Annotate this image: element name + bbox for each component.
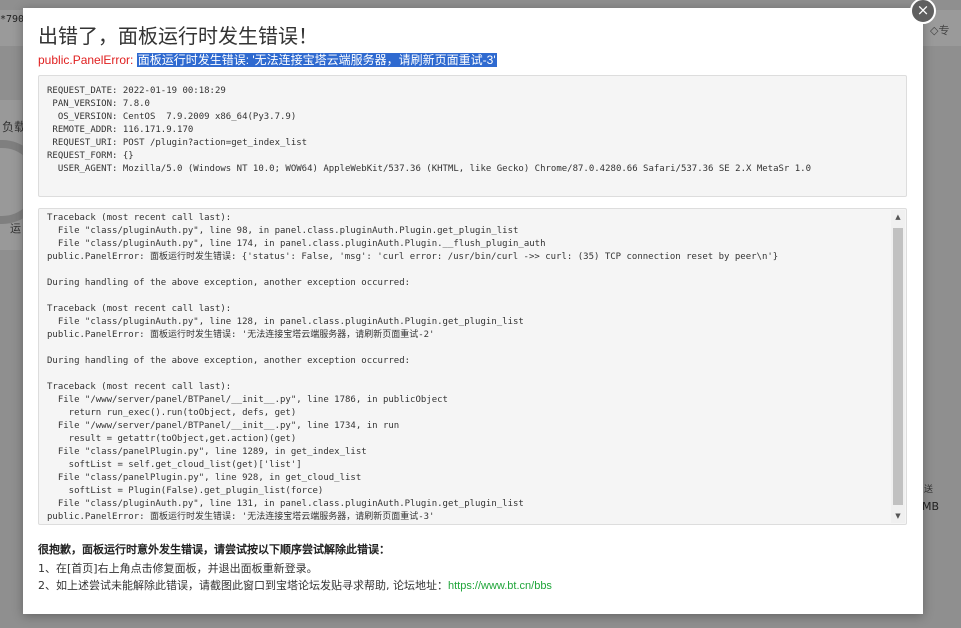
- traceback-line: softList = Plugin(False).get_plugin_list…: [47, 486, 324, 496]
- traceback-line: public.PanelError: 面板运行时发生错误: {'status':…: [47, 252, 779, 262]
- request-info-line: REQUEST_URI: POST /plugin?action=get_ind…: [47, 138, 308, 148]
- traceback-line: Traceback (most recent call last):: [47, 304, 232, 314]
- traceback-line: During handling of the above exception, …: [47, 278, 411, 288]
- traceback-line: public.PanelError: 面板运行时发生错误: '无法连接宝塔云端服…: [47, 512, 435, 522]
- error-summary: public.PanelError: 面板运行时发生错误: '无法连接宝塔云端服…: [38, 51, 497, 68]
- help-step-2-text: 2、如上述尝试未能解除此错误，请截图此窗口到宝塔论坛发贴寻求帮助, 论坛地址：: [38, 579, 448, 592]
- background-right-small: 送: [924, 485, 934, 495]
- help-step-2: 2、如上述尝试未能解除此错误，请截图此窗口到宝塔论坛发贴寻求帮助, 论坛地址：h…: [38, 577, 552, 593]
- request-info-box[interactable]: REQUEST_DATE: 2022-01-19 00:18:29 PAN_VE…: [38, 75, 907, 197]
- error-prefix: public.PanelError:: [38, 53, 137, 67]
- forum-link[interactable]: https://www.bt.cn/bbs: [448, 580, 552, 592]
- traceback-line: File "class/pluginAuth.py", line 131, in…: [47, 499, 524, 509]
- traceback-line: public.PanelError: 面板运行时发生错误: '无法连接宝塔云端服…: [47, 330, 435, 340]
- traceback-line: [47, 290, 886, 303]
- traceback-line: File "/www/server/panel/BTPanel/__init__…: [47, 421, 400, 431]
- traceback-line: File "class/pluginAuth.py", line 128, in…: [47, 317, 524, 327]
- background-run-label: 运: [10, 222, 21, 235]
- traceback-line: File "/www/server/panel/BTPanel/__init__…: [47, 395, 448, 405]
- request-info-line: OS_VERSION: CentOS 7.9.2009 x86_64(Py3.7…: [47, 112, 297, 122]
- background-right-badge: ◇专: [930, 24, 950, 37]
- traceback-line: File "class/panelPlugin.py", line 928, i…: [47, 473, 362, 483]
- traceback-line: result = getattr(toObject,get.action)(ge…: [47, 434, 297, 444]
- request-info-line: USER_AGENT: Mozilla/5.0 (Windows NT 10.0…: [47, 164, 812, 174]
- traceback-line: Traceback (most recent call last):: [47, 382, 232, 392]
- traceback-line: During handling of the above exception, …: [47, 356, 411, 366]
- scroll-up-arrow-icon[interactable]: ▲: [891, 210, 905, 224]
- error-dialog: 出错了，面板运行时发生错误！ public.PanelError: 面板运行时发…: [23, 8, 923, 614]
- traceback-line: return run_exec().run(toObject, defs, ge…: [47, 408, 297, 418]
- traceback-line: [47, 264, 886, 277]
- traceback-scrollbar[interactable]: ▲ ▼: [891, 210, 905, 523]
- traceback-line: File "class/pluginAuth.py", line 174, in…: [47, 239, 546, 249]
- help-step-1: 1、在[首页]右上角点击修复面板，并退出面板重新登录。: [38, 562, 318, 575]
- error-message-selected[interactable]: 面板运行时发生错误: '无法连接宝塔云端服务器，请刷新页面重试-3': [136, 53, 497, 67]
- request-info-line: REQUEST_FORM: {}: [47, 151, 134, 161]
- traceback-line: [47, 368, 886, 381]
- traceback-box[interactable]: Traceback (most recent call last): File …: [38, 208, 907, 525]
- background-left-text: *790: [0, 14, 25, 25]
- traceback-line: Traceback (most recent call last):: [47, 213, 232, 223]
- traceback-line: softList = self.get_cloud_list(get)['lis…: [47, 460, 302, 470]
- scroll-thumb[interactable]: [893, 228, 903, 505]
- traceback-line: File "class/panelPlugin.py", line 1289, …: [47, 447, 367, 457]
- traceback-content: Traceback (most recent call last): File …: [47, 212, 886, 524]
- traceback-line: [47, 342, 886, 355]
- help-title: 很抱歉，面板运行时意外发生错误，请尝试按以下顺序尝试解除此错误：: [38, 543, 390, 556]
- traceback-line: File "class/pluginAuth.py", line 98, in …: [47, 226, 519, 236]
- request-info-line: REMOTE_ADDR: 116.171.9.170: [47, 125, 194, 135]
- request-info-line: PAN_VERSION: 7.8.0: [47, 99, 150, 109]
- scroll-down-arrow-icon[interactable]: ▼: [891, 509, 905, 523]
- background-right-mb: MB: [922, 500, 940, 513]
- request-info-line: REQUEST_DATE: 2022-01-19 00:18:29: [47, 86, 226, 96]
- dialog-title: 出错了，面板运行时发生错误！: [38, 24, 318, 48]
